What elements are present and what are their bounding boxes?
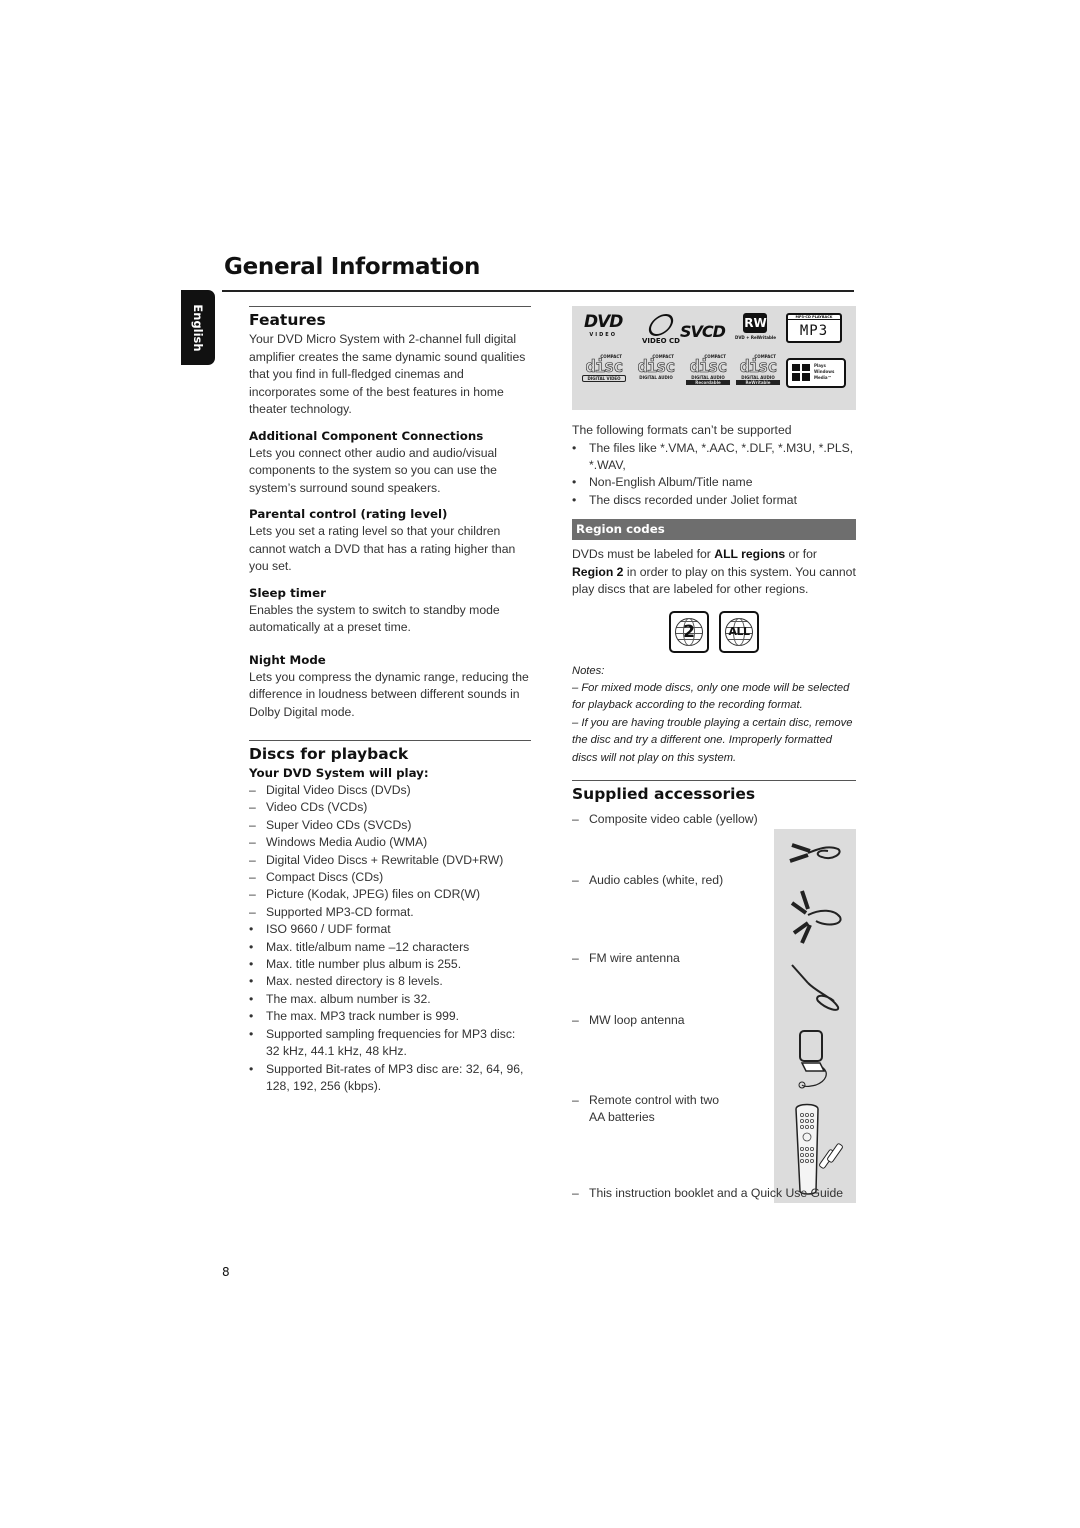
accessory-item: – Audio cables (white, red) <box>572 873 724 888</box>
feature-text: Lets you set a rating level so that your… <box>249 524 516 573</box>
title-divider <box>222 290 854 292</box>
region-text: DVDs must be labeled for ALL regions or … <box>572 547 856 597</box>
list-item: • The discs recorded under Joliet format <box>572 492 797 507</box>
audio-cables-icon <box>790 890 842 944</box>
section-divider <box>249 740 531 741</box>
feature-text: Enables the system to switch to standby … <box>249 602 500 635</box>
region-codes-heading: Region codes <box>572 519 856 541</box>
section-divider <box>249 306 531 307</box>
list-item: – Digital Video Discs (DVDs) <box>249 783 411 797</box>
accessories-heading: Supplied accessories <box>572 785 756 804</box>
notes-label: Notes: <box>572 664 605 677</box>
list-item: – Digital Video Discs + Rewritable (DVD+R… <box>249 852 504 867</box>
region-icons: 2 ALL <box>572 610 856 653</box>
list-item: • Non-English Album/Title name <box>572 475 753 490</box>
mp3-cd-logo: MP3-CD PLAYBACK MP3 <box>786 313 842 343</box>
notes: Notes: – For mixed mode discs, only one … <box>572 663 856 767</box>
features-intro: Your DVD Micro System with 2-channel ful… <box>249 332 526 416</box>
accessories-image-panel <box>774 829 856 1204</box>
list-item: • Supported Bit-rates of MP3 disc are: 32… <box>249 1061 524 1093</box>
unsupported-list: • The files like *.VMA, *.AAC, *.DLF, *.M… <box>572 440 856 510</box>
list-item: • Supported sampling frequencies for MP3 … <box>249 1026 516 1059</box>
accessory-item: – MW loop antenna <box>572 1013 685 1028</box>
list-item: – Super Video CDs (SVCDs) <box>249 817 412 832</box>
accessory-item: – Remote control with two AA batteries <box>572 1093 720 1125</box>
video-cable-icon <box>789 843 841 863</box>
list-item: – Video CDs (VCDs) <box>249 800 368 815</box>
mw-loop-antenna-icon <box>798 1030 827 1089</box>
region-2-icon: 2 <box>669 610 709 653</box>
windows-media-logo: Plays Windows Media™ <box>786 358 846 388</box>
left-column: Features Your DVD Micro System with 2-ch… <box>249 306 531 1095</box>
compact-disc-video-logo: COMPACT disc DIGITAL VIDEO <box>582 354 626 382</box>
language-tab-label: English <box>191 303 205 352</box>
dvd-rw-logo: RW DVD + ReWritable <box>735 313 776 340</box>
list-item: – Supported MP3-CD format. <box>249 904 414 919</box>
format-logos-panel: DVD VIDEO VIDEO CD SVCD RW DVD + ReWritabl… <box>572 306 856 410</box>
list-item: • The max. MP3 track number is 999. <box>249 1009 460 1024</box>
discs-heading: Discs for playback <box>249 745 409 763</box>
section-divider <box>572 780 856 782</box>
list-item: • ISO 9660 / UDF format <box>249 922 391 937</box>
page-number: 8 <box>222 1265 230 1279</box>
dvd-video-logo: DVD VIDEO <box>584 312 623 338</box>
feature-text: Lets you compress the dynamic range, red… <box>249 669 529 719</box>
compact-disc-rewritable-logo: COMPACT disc DIGITAL AUDIO ReWritable <box>736 354 780 385</box>
accessory-item: – Composite video cable (yellow) <box>572 812 758 827</box>
accessory-item: – This instruction booklet and a Quick Us… <box>572 1186 844 1201</box>
list-item: – Picture (Kodak, JPEG) files on CDR(W) <box>249 887 481 902</box>
feature-title: Parental control (rating level) <box>249 507 448 521</box>
discs-subheading: Your DVD System will play: <box>249 766 429 780</box>
right-column: DVD VIDEO VIDEO CD SVCD RW DVD + ReWritabl… <box>572 306 856 1204</box>
remote-control-icon <box>795 1103 843 1195</box>
windows-flag-icon <box>792 364 810 381</box>
list-item: – Windows Media Audio (WMA) <box>249 835 428 850</box>
note-item: – For mixed mode discs, only one mode wi… <box>572 682 850 712</box>
region-all-icon: ALL <box>719 610 759 653</box>
language-tab: English <box>181 290 215 365</box>
compact-disc-audio-logo: COMPACT disc DIGITAL AUDIO <box>637 354 676 380</box>
page-title: General Information <box>224 254 481 280</box>
accessory-item: – FM wire antenna <box>572 951 680 966</box>
list-item: • Max. title/album name –12 characters <box>249 939 470 954</box>
list-item: • The max. album number is 32. <box>249 991 431 1006</box>
list-item: • The files like *.VMA, *.AAC, *.DLF, *.M… <box>572 440 854 472</box>
feature-title: Sleep timer <box>249 585 326 600</box>
list-item: – Compact Discs (CDs) <box>249 870 384 885</box>
unsupported-intro: The following formats can’t be supported <box>572 423 792 437</box>
video-cd-logo: VIDEO CD <box>642 314 680 345</box>
note-item: – If you are having trouble playing a ce… <box>572 716 853 764</box>
disc-format-list: – Digital Video Discs (DVDs) – Video CDs (… <box>249 782 531 1095</box>
feature-title: Additional Component Connections <box>249 428 484 443</box>
compact-disc-recordable-logo: COMPACT disc DIGITAL AUDIO Recordable <box>686 354 730 385</box>
feature-title: Night Mode <box>249 652 326 667</box>
list-item: • Max. title number plus album is 255. <box>249 957 462 972</box>
list-item: • Max. nested directory is 8 levels. <box>249 974 443 989</box>
feature-text: Lets you connect other audio and audio/v… <box>249 445 497 495</box>
features-heading: Features <box>249 311 326 329</box>
fm-antenna-icon <box>791 964 840 1011</box>
svcd-logo: SVCD <box>680 322 726 341</box>
